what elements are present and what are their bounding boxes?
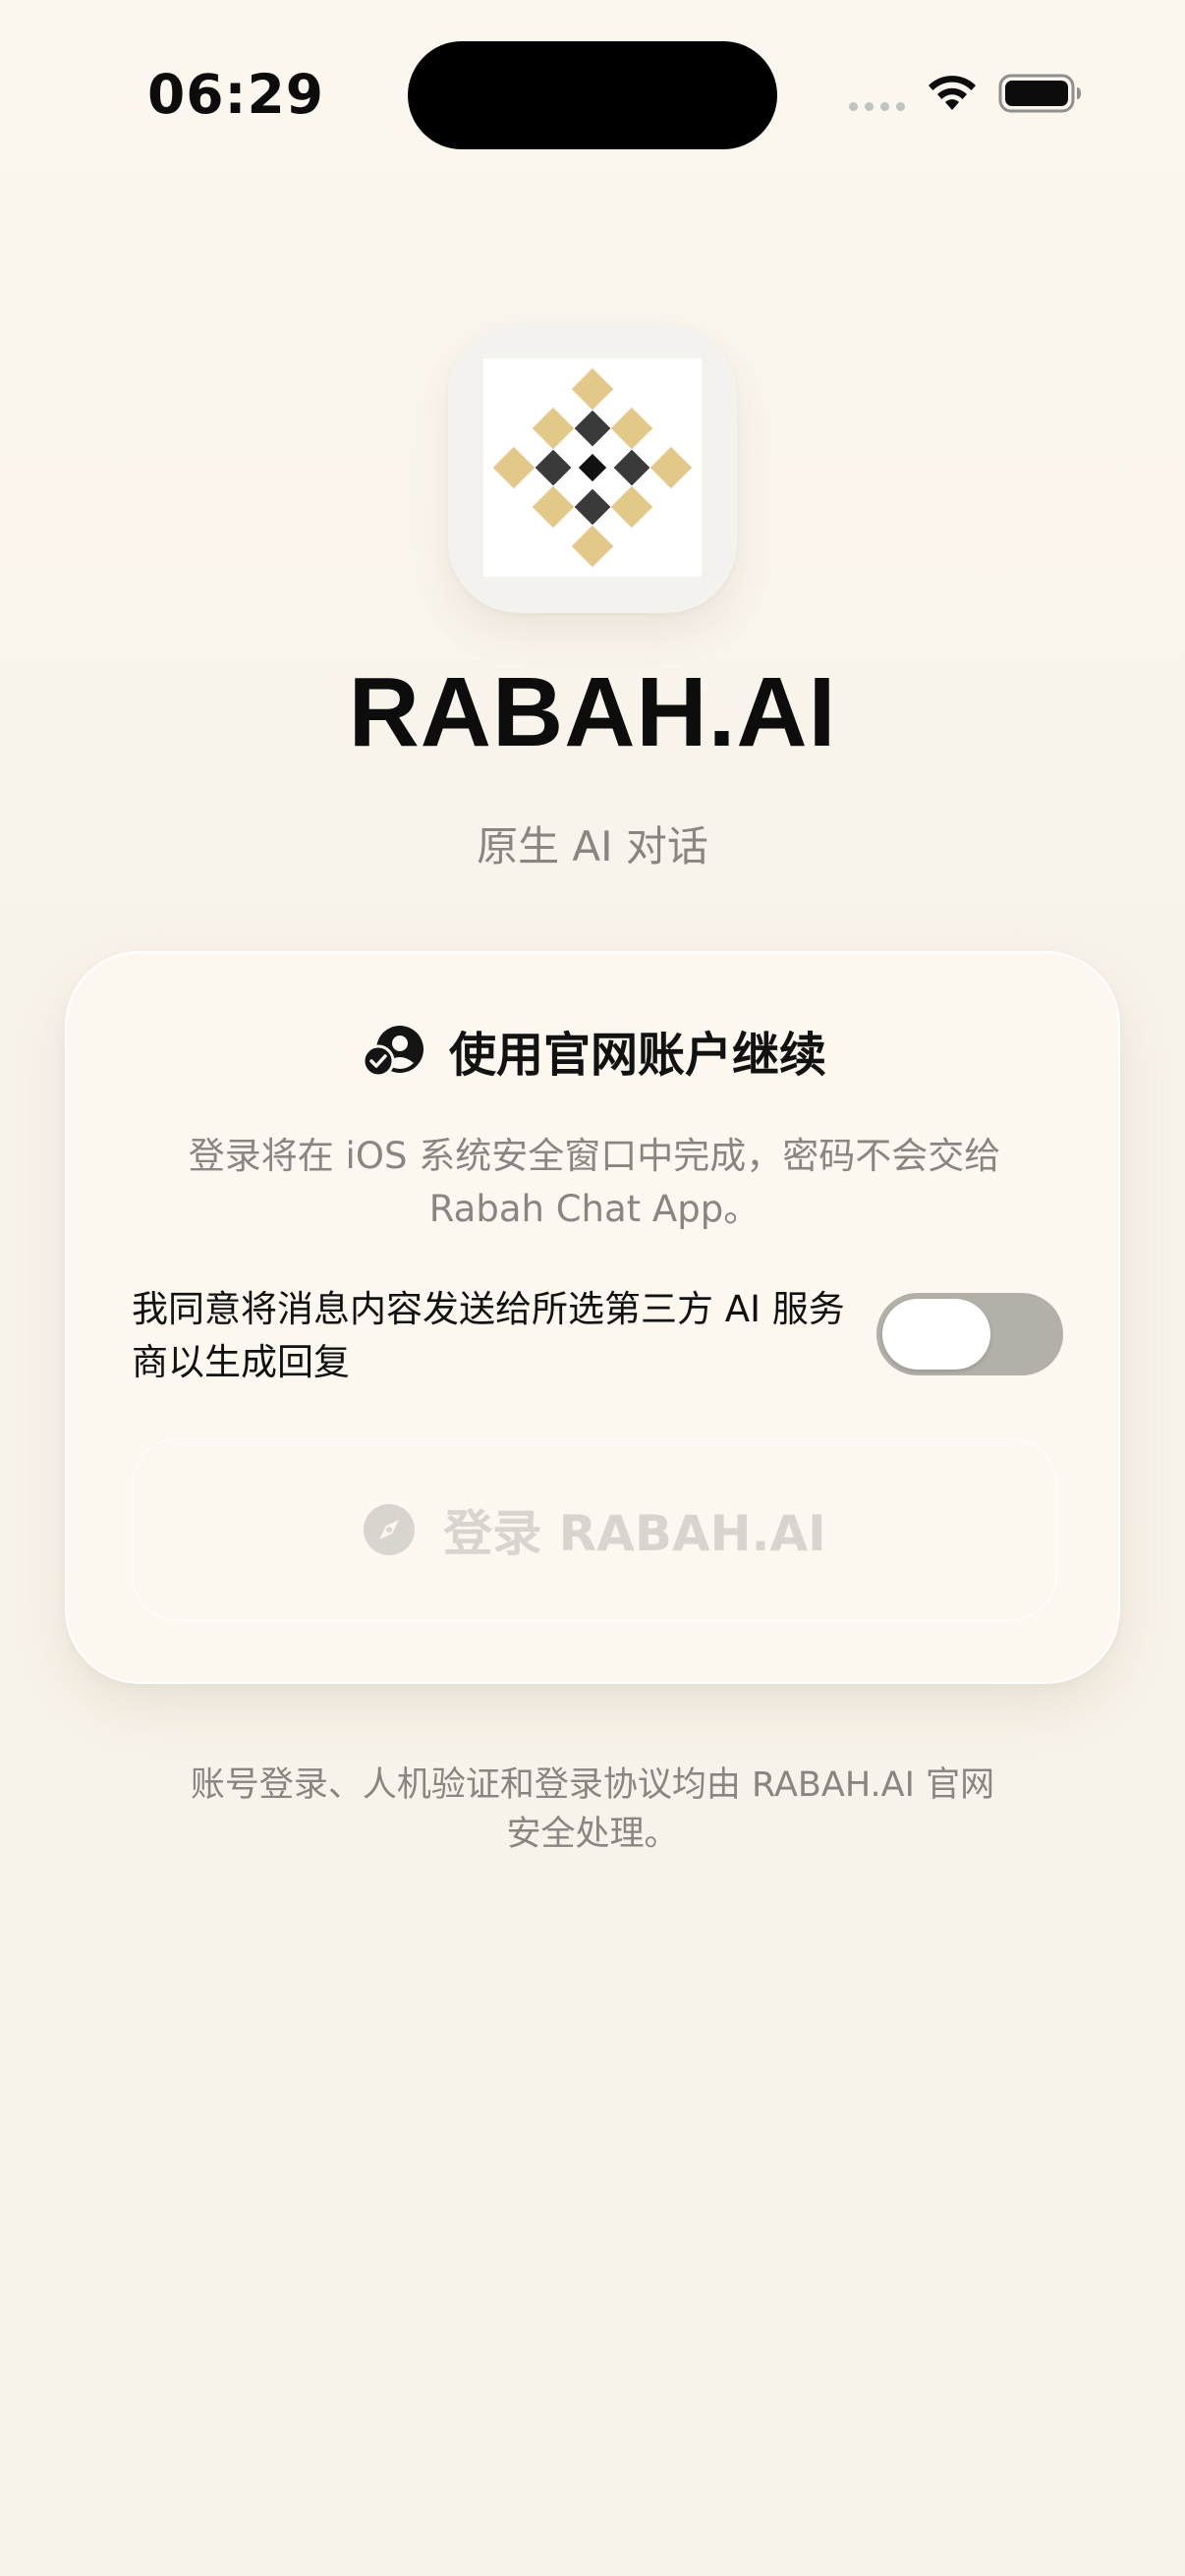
consent-label: 我同意将消息内容发送给所选第三方 AI 服务商以生成回复 [132,1288,845,1383]
rabah-logo-icon [483,359,702,577]
app-icon [448,324,737,613]
footer-note: 账号登录、人机验证和登录协议均由 RABAH.AI 官网安全处理。 [190,1765,995,1854]
login-button-label: 登录 RABAH.AI [443,1505,826,1562]
card-description: 登录将在 iOS 系统安全窗口中完成，密码不会交给 Rabah Chat App… [188,1135,1001,1230]
card-title: 使用官网账户继续 [448,1028,826,1083]
login-button[interactable]: 登录 RABAH.AI [132,1438,1057,1621]
compass-icon [364,1504,416,1555]
toggle-knob [882,1299,990,1370]
consent-toggle[interactable] [876,1293,1063,1375]
app-title: RABAH.AI [348,657,837,767]
status-bar: 06:29 [0,0,1185,187]
battery-icon [998,74,1081,113]
dynamic-island [408,41,777,149]
card-header: 使用官网账户继续 [67,1016,1122,1085]
wifi-icon [929,76,976,110]
signal-dots-icon [849,102,905,111]
app-subtitle: 原生 AI 对话 [477,822,708,870]
status-time: 06:29 [147,63,325,126]
account-icon [362,1026,423,1078]
login-card: 使用官网账户继续 登录将在 iOS 系统安全窗口中完成，密码不会交给 Rabah… [65,951,1120,1684]
